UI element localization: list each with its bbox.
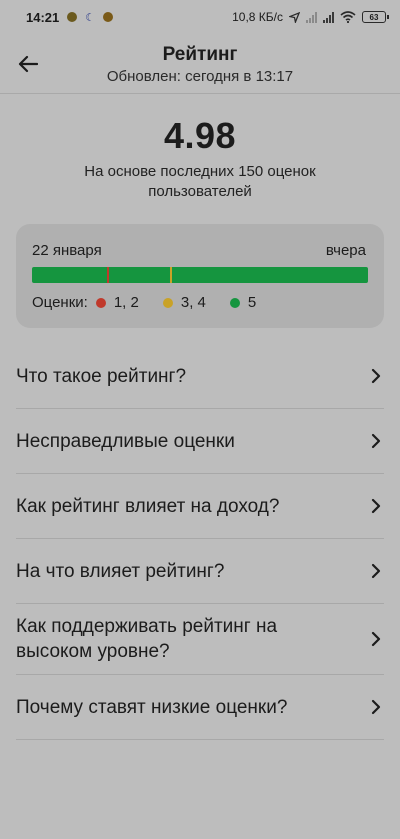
- status-left: 14:21 ☾: [26, 9, 114, 25]
- moon-icon: ☾: [85, 11, 96, 24]
- signal-icon: [306, 11, 317, 23]
- rating-description: На основе последних 150 оценок пользоват…: [84, 163, 316, 200]
- faq-item-label: Как рейтинг влияет на доход?: [16, 495, 280, 517]
- location-arrow-icon: [289, 11, 300, 23]
- ratings-timeline-bar: [32, 267, 368, 283]
- chevron-right-icon: [371, 368, 381, 384]
- ratings-legend: Оценки: 1, 2 3, 4 5: [32, 294, 280, 311]
- rating-value: 4.98: [163, 115, 237, 156]
- dot-icon: [229, 297, 240, 308]
- dot-icon: [162, 297, 173, 308]
- timeline-mark: [170, 267, 172, 283]
- chevron-right-icon: [371, 498, 381, 514]
- notification-icon: [67, 12, 78, 22]
- chevron-right-icon: [371, 631, 381, 647]
- legend-item-high: 5: [229, 294, 257, 311]
- signal-icon: [323, 11, 334, 23]
- dot-icon: [95, 297, 106, 308]
- status-bar: 14:21 ☾ 10,8 КБ/с 63: [0, 0, 400, 34]
- network-speed: 10,8 КБ/с: [232, 10, 283, 24]
- faq-item-label: На что влияет рейтинг?: [16, 560, 225, 582]
- legend-item-mid: 3, 4: [162, 294, 206, 311]
- faq-item-what-is-rating[interactable]: Что такое рейтинг?: [16, 344, 384, 409]
- faq-item-unfair-ratings[interactable]: Несправедливые оценки: [16, 409, 384, 474]
- timeline-mark: [107, 267, 109, 283]
- faq-item-label: Несправедливые оценки: [16, 430, 235, 452]
- wifi-icon: [340, 11, 356, 23]
- faq-item-why-low[interactable]: Почему ставят низкие оценки?: [16, 675, 384, 740]
- legend-item-low: 1, 2: [95, 294, 139, 311]
- legend-item-label: 3, 4: [180, 294, 206, 311]
- faq-item-label: Почему ставят низкие оценки?: [16, 696, 288, 718]
- page-subtitle: Обновлен: сегодня в 13:17: [106, 68, 294, 85]
- timeline-start-label: 22 января: [32, 242, 102, 259]
- ratings-timeline-card: 22 января вчера Оценки: 1, 2 3, 4 5: [16, 224, 384, 328]
- status-right: 10,8 КБ/с 63: [232, 10, 389, 24]
- faq-item-what-affects[interactable]: На что влияет рейтинг?: [16, 539, 384, 604]
- chevron-right-icon: [371, 699, 381, 715]
- faq-list: Что такое рейтинг? Несправедливые оценки…: [16, 344, 384, 740]
- faq-item-keep-high[interactable]: Как поддерживать рейтинг на высоком уров…: [16, 604, 384, 675]
- status-time: 14:21: [26, 9, 60, 25]
- legend-item-label: 5: [247, 294, 257, 311]
- faq-item-label: Что такое рейтинг?: [16, 365, 187, 387]
- header: Рейтинг Обновлен: сегодня в 13:17: [0, 34, 400, 94]
- legend-item-label: 1, 2: [113, 294, 139, 311]
- timeline-end-label: вчера: [325, 242, 366, 259]
- battery-icon: 63: [362, 11, 389, 23]
- faq-item-income-impact[interactable]: Как рейтинг влияет на доход?: [16, 474, 384, 539]
- chevron-right-icon: [371, 433, 381, 449]
- legend-label: Оценки:: [32, 294, 88, 311]
- faq-item-label: Как поддерживать рейтинг на высоком уров…: [16, 616, 278, 662]
- notification-icon: [103, 12, 114, 22]
- page-title: Рейтинг: [162, 44, 238, 65]
- chevron-right-icon: [371, 563, 381, 579]
